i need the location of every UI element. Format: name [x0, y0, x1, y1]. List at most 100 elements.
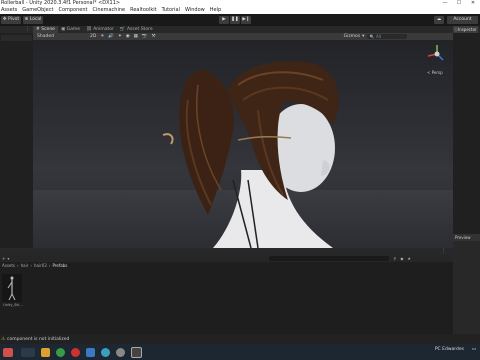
inspector-tabbar: ⓘInspector: [453, 26, 480, 33]
tools-icon[interactable]: ⚒: [152, 34, 156, 39]
tab-asset-store[interactable]: 🛒 Asset Store: [117, 26, 156, 33]
ponytail-shape: [179, 70, 234, 215]
hierarchy-tabbar: ⋮: [0, 26, 33, 33]
project-search-input[interactable]: [269, 256, 390, 261]
start-icon[interactable]: [3, 347, 13, 357]
menu-component[interactable]: Component: [58, 7, 87, 14]
shading-mode-dropdown[interactable]: Shaded: [35, 33, 56, 40]
pause-button[interactable]: ❚❚: [230, 16, 240, 24]
taskbar-user-label[interactable]: PC Edwardes: [435, 347, 464, 352]
hidden-objects-icon[interactable]: ◉: [126, 34, 130, 39]
hierarchy-search-input[interactable]: [1, 35, 32, 41]
chevron-right-icon: ›: [17, 263, 19, 268]
menu-bar: Assets GameObject Component Cinemachine …: [0, 7, 480, 14]
hair-highlight: [162, 133, 174, 145]
close-button[interactable]: ✕: [466, 0, 480, 7]
inspector-panel: ⓘInspector Preview: [453, 26, 480, 334]
star-icon[interactable]: ★: [407, 256, 411, 261]
scene-search-input[interactable]: 🔍 All: [367, 34, 408, 39]
grid-toggle-icon[interactable]: ▦: [134, 34, 138, 39]
tab-animator[interactable]: ⛓ Animator: [83, 26, 117, 33]
project-toolbar: + ▾ ⚲ ◆ ★: [0, 255, 453, 262]
opera-icon[interactable]: [71, 347, 80, 357]
project-tabbar: ⋮: [0, 248, 453, 255]
character-model: [162, 61, 339, 248]
cloud-icon: ☁: [436, 17, 442, 22]
filter-icon[interactable]: ⚲: [393, 256, 396, 261]
tab-inspector-label: Inspector: [458, 27, 477, 32]
local-label: Local: [29, 17, 42, 22]
status-message[interactable]: component is not initialized: [7, 337, 69, 342]
pause-icon: ❚❚: [231, 17, 239, 22]
account-button[interactable]: Account: [447, 16, 478, 24]
account-label: Account: [453, 17, 472, 22]
plus-icon[interactable]: +: [2, 256, 5, 261]
notification-icon[interactable]: ▭: [472, 347, 476, 352]
title-bar: Rollerball - Unity 2020.3.4f1 Personal* …: [0, 0, 480, 7]
collab-button[interactable]: ☁: [434, 16, 444, 24]
figure-icon: [7, 276, 16, 301]
scene-toolbar: Shaded 2D ☀ 🔊 ✦ ◉ ▦ 📷 ⚒ Gizmos ▾ 🔍 All: [33, 33, 453, 40]
chevron-right-icon: ›: [48, 263, 51, 268]
preview-label: Preview: [453, 234, 480, 241]
chrome-icon[interactable]: [56, 347, 65, 357]
animator-tab-icon: ⛓: [86, 27, 92, 32]
orientation-gizmo[interactable]: [425, 42, 449, 72]
step-button[interactable]: ▶❙: [241, 16, 251, 24]
lighting-toggle-icon[interactable]: ☀: [100, 34, 104, 39]
breadcrumb-prefabs[interactable]: Prefabs: [52, 263, 67, 268]
breadcrumb-assets[interactable]: Assets: [2, 263, 15, 268]
menu-realtoolkit[interactable]: Realtoolkit: [130, 7, 157, 14]
project-panel: ⋮ + ▾ ⚲ ◆ ★ Assets › hair › hair03 › Prefab…: [0, 248, 453, 334]
menu-gameobject[interactable]: GameObject: [22, 7, 53, 14]
audio-toggle-icon[interactable]: 🔊: [108, 34, 114, 39]
step-icon: ▶❙: [242, 17, 250, 22]
pivot-icon: ✥: [2, 17, 7, 22]
scene-tabbar: # Scene ▣ Game ⛓ Animator 🛒 Asset Store: [33, 26, 453, 33]
effects-toggle-icon[interactable]: ✦: [118, 34, 122, 39]
scene-viewport[interactable]: < Persp: [33, 40, 453, 248]
camera-settings-icon[interactable]: 📷: [142, 34, 148, 39]
tab-inspector[interactable]: ⓘInspector: [453, 26, 478, 33]
chevron-down-icon[interactable]: ▾: [7, 256, 9, 261]
store-tab-icon: 🛒: [119, 27, 126, 32]
search-icon: 🔍: [369, 34, 375, 39]
steam-icon[interactable]: [116, 347, 125, 357]
menu-assets[interactable]: Assets: [1, 7, 17, 14]
unity-icon[interactable]: [131, 346, 142, 358]
preview-panel: Preview: [453, 234, 480, 334]
game-tab-icon: ▣: [60, 27, 66, 32]
chevron-right-icon: ›: [30, 263, 32, 268]
local-button[interactable]: ⊕ Local: [23, 16, 43, 24]
gizmos-dropdown[interactable]: Gizmos: [344, 34, 361, 39]
menu-tutorial[interactable]: Tutorial: [162, 7, 180, 14]
menu-cinemachine[interactable]: Cinemachine: [92, 7, 125, 14]
tab-animator-label: Animator: [93, 27, 114, 32]
search-icon[interactable]: [21, 347, 35, 357]
breadcrumb-hair03[interactable]: hair03: [34, 263, 47, 268]
menu-help[interactable]: Help: [210, 7, 221, 14]
file-explorer-icon[interactable]: [41, 347, 50, 357]
pivot-button[interactable]: ✥ Pivot: [1, 16, 21, 24]
store-icon[interactable]: [86, 347, 95, 357]
asset-thumbnail[interactable]: [2, 274, 22, 302]
edge-icon[interactable]: [101, 347, 110, 357]
play-icon: ▶: [222, 17, 226, 22]
menu-window[interactable]: Window: [185, 7, 205, 14]
play-button[interactable]: ▶: [219, 16, 229, 24]
breadcrumb-hair[interactable]: hair: [21, 263, 29, 268]
window-title: Rollerball - Unity 2020.3.4f1 Personal* …: [1, 0, 121, 6]
2d-toggle-icon[interactable]: 2D: [90, 34, 96, 39]
tab-scene[interactable]: # Scene: [33, 26, 58, 33]
maximize-button[interactable]: ☐: [452, 0, 466, 7]
label-icon[interactable]: ◆: [400, 256, 403, 261]
local-icon: ⊕: [24, 17, 29, 22]
scene-panel: # Scene ▣ Game ⛓ Animator 🛒 Asset Store …: [33, 26, 453, 248]
minimize-button[interactable]: —: [438, 0, 452, 7]
kebab-menu-icon[interactable]: ⋮: [25, 26, 30, 32]
tab-game[interactable]: ▣ Game: [58, 26, 83, 33]
persp-label[interactable]: < Persp: [427, 70, 443, 75]
kebab-menu-icon[interactable]: ⋮: [441, 248, 446, 254]
chevron-down-icon[interactable]: ▾: [362, 34, 364, 39]
asset-label: Unity_Ski...: [3, 303, 23, 307]
